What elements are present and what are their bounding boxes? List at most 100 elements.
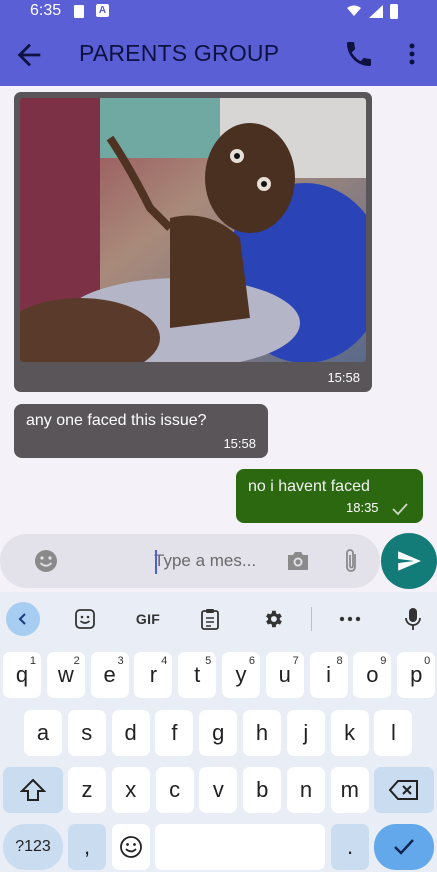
message-photo[interactable] <box>20 98 366 362</box>
key-hint: 0 <box>424 655 431 667</box>
gear-icon <box>266 610 282 628</box>
keyboard-toolbar: GIF <box>0 592 437 646</box>
key-0[interactable]: a <box>24 710 62 756</box>
key-letter: i <box>326 662 332 687</box>
key-letter: p <box>410 662 423 687</box>
message-time: 15:58 <box>327 370 360 385</box>
key-4[interactable]: g <box>199 710 238 756</box>
key-1[interactable]: x <box>111 767 150 813</box>
composer <box>0 528 437 592</box>
key-hint: 2 <box>73 655 80 667</box>
key-letter: q <box>15 662 29 687</box>
send-icon <box>398 551 421 571</box>
cell-signal-icon <box>369 5 383 18</box>
key-9[interactable]: p0 <box>397 652 436 698</box>
key-1[interactable]: s <box>67 710 106 756</box>
clipboard-button[interactable] <box>193 602 227 636</box>
key-5[interactable]: y6 <box>222 652 260 698</box>
emoji-icon[interactable] <box>34 549 58 573</box>
message-text: no i havent faced <box>248 478 370 495</box>
message-time: 18:35 <box>346 500 379 515</box>
key-2[interactable]: e3 <box>90 652 129 698</box>
key-6[interactable]: m <box>330 767 369 813</box>
voice-input-button[interactable] <box>396 602 430 636</box>
space-key[interactable] <box>155 824 325 870</box>
sd-card-icon <box>74 5 84 18</box>
image-message-bubble[interactable]: 15:58 <box>14 92 372 392</box>
key-3[interactable]: v <box>199 767 238 813</box>
key-5[interactable]: h <box>243 710 281 756</box>
gif-button[interactable]: GIF <box>131 602 165 636</box>
wifi-icon <box>347 5 361 16</box>
more-horiz-icon <box>339 616 361 622</box>
status-bar: 6:35 A <box>0 0 437 24</box>
status-time: 6:35 <box>30 2 62 19</box>
keyboard-collapse-button[interactable] <box>6 602 40 636</box>
incoming-message-bubble[interactable]: any one faced this issue? 15:58 <box>14 404 268 458</box>
shift-icon <box>20 778 46 801</box>
soft-keyboard: GIF q 1 w 2 e 3 r 4 t 5 y 6 u 7 i 8 o 9 … <box>0 592 437 872</box>
top-bar: 6:35 A PARENTS GROUP <box>0 0 437 86</box>
key-hint: 5 <box>205 655 212 667</box>
emoji-key[interactable] <box>112 824 150 870</box>
key-2[interactable]: c <box>155 767 194 813</box>
key-0[interactable]: z <box>68 767 106 813</box>
attach-icon[interactable] <box>340 547 362 575</box>
key-6[interactable]: u7 <box>265 652 304 698</box>
key-8[interactable]: l <box>374 710 413 756</box>
key-3[interactable]: r4 <box>134 652 173 698</box>
message-text: any one faced this issue? <box>26 412 207 429</box>
key-hint: 1 <box>29 655 36 667</box>
shift-key[interactable] <box>3 767 63 813</box>
message-input[interactable] <box>154 544 272 578</box>
key-2[interactable]: d <box>111 710 150 756</box>
key-letter: y <box>235 662 247 687</box>
key-3[interactable]: f <box>155 710 194 756</box>
sticker-button[interactable] <box>68 602 102 636</box>
a-notification-icon: A <box>96 4 109 17</box>
key-4[interactable]: t5 <box>178 652 217 698</box>
symbols-key[interactable]: ?123 <box>3 824 63 870</box>
settings-button[interactable] <box>256 602 290 636</box>
app-bar: PARENTS GROUP <box>0 24 437 86</box>
key-hint: 6 <box>248 655 255 667</box>
key-letter: w <box>57 662 74 687</box>
comma-key[interactable]: , <box>68 824 106 870</box>
key-hint: 3 <box>117 655 124 667</box>
key-8[interactable]: o9 <box>353 652 392 698</box>
arrow-back-icon[interactable] <box>12 38 46 72</box>
message-input-box[interactable] <box>0 534 380 588</box>
key-0[interactable]: q1 <box>3 652 41 698</box>
enter-key[interactable] <box>374 824 434 870</box>
chat-screen: 6:35 A PARENTS GROUP 15:58 any one faced… <box>0 0 437 872</box>
key-letter: t <box>194 662 201 687</box>
key-hint: 4 <box>161 655 168 667</box>
emoji-icon <box>120 836 142 858</box>
more-vert-icon[interactable] <box>402 38 422 70</box>
check-icon <box>394 839 414 855</box>
period-key[interactable]: . <box>331 824 369 870</box>
backspace-key[interactable] <box>374 767 434 813</box>
microphone-icon <box>405 608 421 630</box>
camera-icon[interactable] <box>285 549 311 573</box>
outgoing-message-bubble[interactable]: no i havent faced 18:35 <box>236 469 423 523</box>
key-hint: 7 <box>292 655 299 667</box>
system-status-icons <box>347 4 398 19</box>
key-letter: r <box>149 662 158 687</box>
key-letter: e <box>103 662 116 687</box>
key-4[interactable]: b <box>243 767 282 813</box>
key-7[interactable]: k <box>330 710 369 756</box>
key-7[interactable]: i8 <box>309 652 348 698</box>
key-5[interactable]: n <box>287 767 325 813</box>
send-button[interactable] <box>381 533 437 589</box>
phone-icon[interactable] <box>343 38 375 70</box>
key-6[interactable]: j <box>286 710 325 756</box>
key-1[interactable]: w2 <box>46 652 85 698</box>
chevron-left-icon <box>18 613 26 625</box>
message-list[interactable]: 15:58 any one faced this issue? 15:58 no… <box>0 86 437 528</box>
more-options-button[interactable] <box>333 602 367 636</box>
backspace-icon <box>389 780 418 800</box>
sticker-icon <box>75 609 95 629</box>
toolbar-divider <box>311 607 312 631</box>
clipboard-icon <box>201 609 219 630</box>
